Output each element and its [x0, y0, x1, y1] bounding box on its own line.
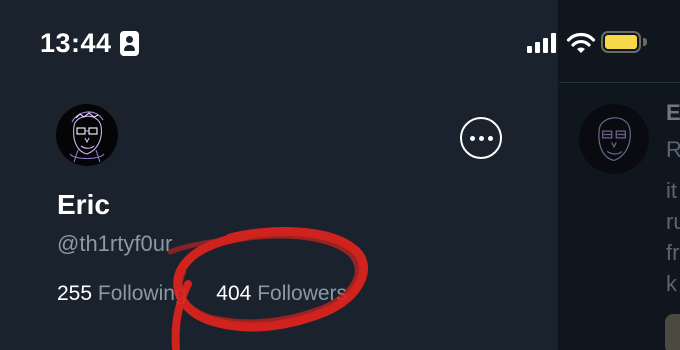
more-options-icon-dot — [478, 135, 484, 141]
following-count: 255 — [57, 282, 93, 305]
id-card-icon — [120, 31, 139, 56]
feed-text-fragment: fr — [666, 240, 680, 265]
feed-text-fragment: E — [666, 100, 680, 125]
feed-text-fragment: k — [666, 271, 677, 296]
more-options-icon — [469, 135, 475, 141]
feed-text-fragment: R — [666, 137, 680, 162]
feed-media-thumbnail[interactable] — [665, 314, 680, 350]
avatar[interactable] — [56, 104, 118, 166]
followers-count: 404 — [216, 282, 252, 305]
feed-text-fragment: ru — [666, 209, 680, 234]
battery-icon — [601, 31, 641, 53]
feed-avatar[interactable] — [579, 104, 649, 174]
profile-stats: 255 Following 404 Followers — [57, 282, 347, 306]
wifi-icon — [566, 32, 596, 53]
cellular-signal-icon — [527, 33, 557, 53]
followers-label: Followers — [257, 282, 348, 305]
following-link[interactable]: 255 Following — [57, 282, 192, 305]
battery-tip — [643, 38, 647, 46]
following-label: Following — [97, 282, 187, 305]
followers-link[interactable]: 404 Followers — [216, 282, 347, 305]
display-name[interactable]: Eric — [57, 189, 110, 221]
user-handle[interactable]: @th1rtyf0ur — [57, 231, 172, 257]
feed-text-fragment: it — [666, 178, 677, 203]
more-options-icon-dot — [487, 135, 493, 141]
status-time: 13:44 — [40, 28, 112, 58]
more-options-button[interactable] — [460, 117, 502, 159]
feed-header-divider — [559, 82, 680, 83]
